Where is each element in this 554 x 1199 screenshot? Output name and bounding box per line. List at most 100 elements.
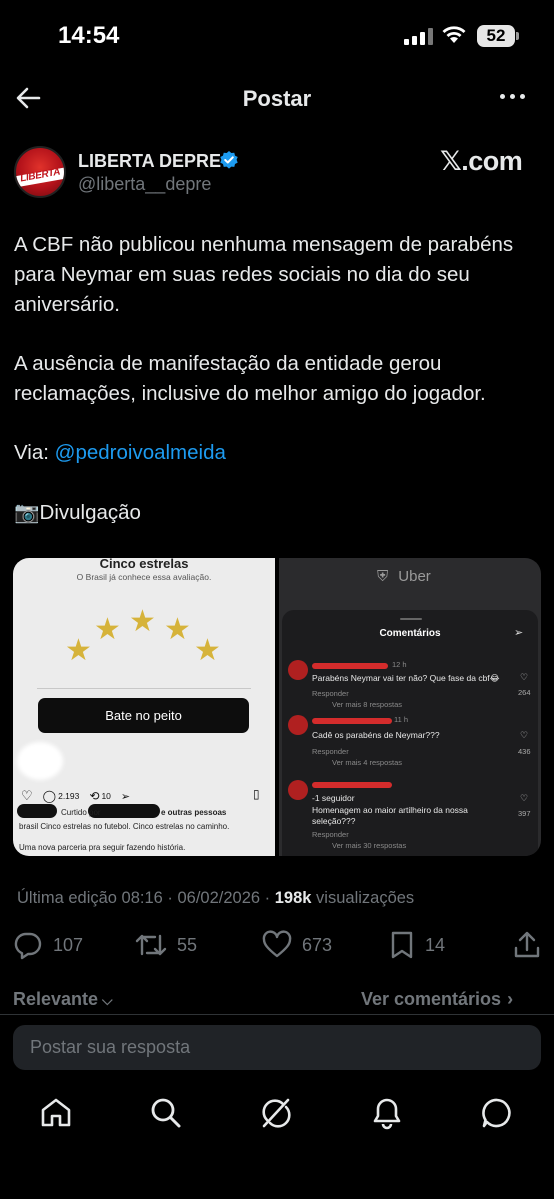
comment-likes: 264 [518, 688, 531, 697]
chevron-right-icon: › [507, 989, 514, 1009]
views-label: visualizações [311, 889, 415, 907]
repost-count: 10 [101, 791, 111, 801]
ig-caption: Uma nova parceria pra seguir fazendo his… [19, 843, 186, 852]
divider [37, 688, 251, 689]
send-icon: ➢ [120, 790, 131, 803]
post-text-line: aniversário. [14, 293, 120, 316]
view-count: 198k [274, 889, 312, 907]
bell-icon [373, 1098, 401, 1130]
redaction-blob [312, 718, 392, 724]
avatar [288, 780, 308, 800]
mention-link[interactable]: @pedroivoalmeida [55, 441, 226, 464]
liked-by-label: Curtido por [61, 808, 101, 817]
ig-action-bar: ♡ ◯ 2.193 ⟲ 10 ➢ [21, 788, 130, 804]
comment-text: Cadê os parabéns de Neymar??? [312, 730, 440, 740]
redaction-blob [312, 663, 388, 669]
via-label: Via: [14, 441, 55, 464]
battery-tip [516, 32, 519, 40]
post-text-line: para Neymar em suas redes sociais no dia… [14, 263, 470, 286]
star-icon: ★ [164, 613, 191, 646]
post-text-line: reclamações, inclusive do melhor amigo d… [14, 382, 486, 405]
media-image-right[interactable]: ⛨ Uber Comentários ➢ 12 h Parabéns Neymar… [279, 558, 541, 856]
status-time: 14:54 [58, 22, 120, 49]
drag-handle [400, 618, 422, 620]
sort-dropdown[interactable]: Relevante ⌵ [13, 989, 113, 1010]
reply-button[interactable]: 107 [13, 930, 83, 960]
bookmark-icon [391, 931, 413, 959]
heart-icon: ♡ [520, 793, 529, 803]
post-via: Via: @pedroivoalmeida [14, 438, 544, 468]
avatar[interactable]: LIBERTA [14, 146, 66, 198]
nav-search[interactable] [149, 1096, 183, 1135]
chevron-down-icon: ⌵ [102, 992, 113, 1008]
comment-likes: 397 [518, 809, 531, 818]
nav-home[interactable] [39, 1096, 73, 1135]
star-icon: ★ [129, 605, 156, 638]
heart-icon: ♡ [520, 730, 529, 740]
repost-count: 55 [177, 934, 198, 955]
avatar [288, 660, 308, 680]
home-icon [41, 1098, 71, 1127]
share-button[interactable] [513, 930, 541, 960]
avatar [288, 715, 308, 735]
comment-more: Ver mais 30 respostas [332, 841, 407, 850]
bookmark-button[interactable]: 14 [389, 930, 445, 960]
wifi-icon [441, 24, 467, 49]
author-handle[interactable]: @liberta__depre [78, 174, 211, 195]
comment-time: 11 h [394, 715, 409, 724]
view-comments-link[interactable]: Ver comentários › [361, 989, 513, 1010]
comments-title: Comentários [379, 628, 441, 639]
comment-more: Ver mais 8 respostas [332, 700, 403, 709]
sort-label: Relevante [13, 989, 99, 1009]
like-button[interactable]: 673 [262, 930, 332, 960]
page-title: Postar [242, 86, 312, 111]
bate-no-peito-button: Bate no peito [38, 698, 249, 733]
post-meta: Última edição 08:16 · 06/02/2026 · 198k … [17, 889, 414, 908]
bookmark-count: 14 [425, 934, 446, 955]
comment-text: Parabéns Neymar vai ter não? Que fase da… [312, 673, 500, 683]
repost-icon: ⟲ [89, 789, 100, 803]
author-name[interactable]: LIBERTA DEPRE [78, 151, 221, 172]
comment-more: Ver mais 4 respostas [332, 758, 403, 767]
view-comments-label: Ver comentários [361, 989, 502, 1009]
redaction-blob [17, 742, 63, 780]
post-text-line: A CBF não publicou nenhuma mensagem de p… [14, 233, 514, 256]
comments-panel: Comentários ➢ 12 h Parabéns Neymar vai t… [282, 610, 538, 856]
nav-notifications[interactable] [370, 1096, 404, 1135]
edit-timestamp[interactable]: Última edição 08:16 · 06/02/2026 [17, 889, 260, 907]
message-icon [482, 1098, 511, 1128]
media-image-left[interactable]: Cinco estrelas O Brasil já conhece essa … [13, 558, 275, 856]
comment-reply: Responder [312, 689, 349, 698]
more-options-icon[interactable] [500, 94, 525, 99]
redaction-blob [312, 782, 392, 788]
meta-separator: · [260, 889, 275, 907]
uber-logo: ⛨ Uber [377, 568, 431, 585]
reply-input[interactable]: Postar sua resposta [13, 1025, 541, 1070]
send-icon: ➢ [514, 627, 524, 639]
nav-messages[interactable] [480, 1096, 514, 1135]
comment-text: -1 seguidor [312, 793, 355, 803]
nav-grok[interactable] [259, 1096, 293, 1135]
divider [0, 1014, 554, 1015]
search-icon [151, 1098, 181, 1128]
repost-icon [135, 934, 167, 956]
heart-icon: ♡ [21, 788, 33, 803]
redaction-blob [17, 804, 57, 818]
liked-by-rest: e outras pessoas [161, 808, 227, 817]
post-credit: 📷Divulgação [14, 501, 141, 524]
comment-likes: 436 [518, 747, 531, 756]
repost-button[interactable]: 55 [135, 930, 197, 960]
comment-text: seleção??? [312, 816, 356, 826]
heart-icon [262, 930, 292, 958]
star-icon: ★ [94, 613, 121, 646]
comment-reply: Responder [312, 830, 349, 839]
uber-brand: Uber [398, 568, 431, 585]
comment-text: Homenagem ao maior artilheiro da nossa [312, 805, 468, 815]
reply-icon [14, 932, 42, 960]
image-title: Cinco estrelas [99, 558, 189, 571]
comment-time: 12 h [392, 660, 407, 669]
ig-caption: brasil Cinco estrelas no futebol. Cinco … [19, 822, 230, 831]
cellular-signal-icon [404, 28, 433, 45]
post-media[interactable]: Cinco estrelas O Brasil já conhece essa … [13, 558, 541, 856]
grok-icon [262, 1098, 291, 1128]
